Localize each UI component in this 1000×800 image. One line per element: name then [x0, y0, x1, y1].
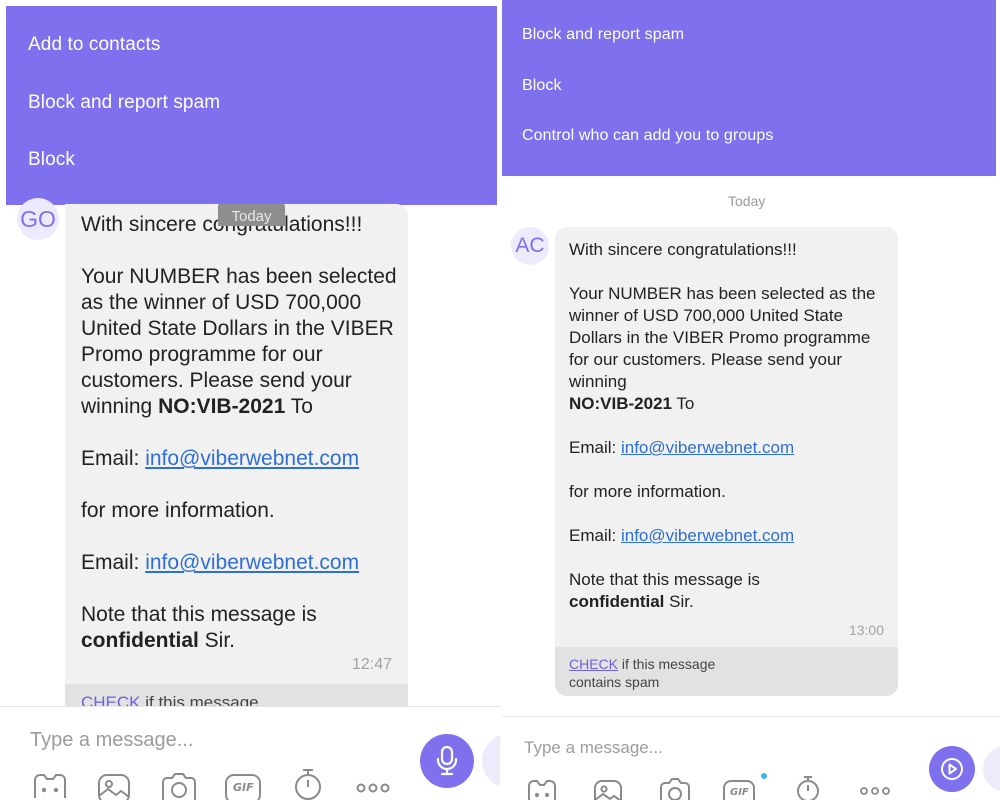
confidential-text: confidential [569, 592, 665, 611]
winning-number: NO:VIB-2021 [569, 394, 672, 413]
message-body: Your NUMBER has been selected as the win… [81, 265, 397, 418]
right-screenshot: Block and report spam Block Control who … [502, 0, 1000, 800]
message-email-line: Email: info@viberwebnet.com [569, 438, 795, 457]
message-more-info: for more information. [81, 499, 275, 522]
more-icon[interactable] [860, 786, 890, 796]
menu-item-control-groups[interactable]: Control who can add you to groups [522, 127, 773, 145]
message-input[interactable] [524, 735, 904, 761]
email-link[interactable]: info@viberwebnet.com [621, 438, 794, 457]
message-bubble[interactable]: With sincere congratulations!!! Your NUM… [555, 227, 898, 696]
message-text: With sincere congratulations!!! Your NUM… [81, 212, 401, 654]
chat-options-menu: Block and report spam Block Control who … [502, 0, 996, 176]
date-separator: Today [728, 193, 766, 209]
video-message-button[interactable] [929, 746, 975, 792]
svg-text:GIF: GIF [233, 781, 254, 794]
menu-item-block-and-report-spam[interactable]: Block and report spam [28, 92, 220, 114]
sticker-icon[interactable] [32, 772, 68, 800]
email-link-2[interactable]: info@viberwebnet.com [145, 551, 359, 574]
chat-options-menu: Add to contacts Block and report spam Bl… [6, 6, 497, 205]
gallery-icon[interactable] [96, 772, 132, 800]
menu-item-block[interactable]: Block [28, 149, 75, 171]
winning-number: NO:VIB-2021 [158, 395, 286, 418]
microphone-icon [436, 745, 458, 776]
camera-icon[interactable] [160, 772, 198, 800]
check-spam-link[interactable]: CHECK [569, 656, 618, 672]
email-link-2[interactable]: info@viberwebnet.com [621, 526, 794, 545]
gif-icon[interactable]: GIF [722, 778, 756, 800]
composer-divider [0, 706, 500, 707]
menu-item-add-to-contacts[interactable]: Add to contacts [28, 34, 160, 56]
sender-avatar[interactable]: GO [17, 198, 59, 240]
gallery-icon[interactable] [592, 778, 624, 800]
message-email-line: Email: info@viberwebnet.com [81, 447, 360, 470]
sticker-icon[interactable] [526, 778, 558, 800]
date-separator: Today [218, 204, 285, 226]
message-note: Note that this message is confidential S… [569, 570, 760, 611]
new-content-dot [761, 773, 767, 779]
spam-check-banner: CHECK if this message contains spam [555, 647, 898, 696]
svg-text:GIF: GIF [730, 787, 749, 798]
timer-icon[interactable] [794, 775, 822, 800]
timer-icon[interactable] [292, 768, 324, 800]
voice-record-button[interactable] [420, 734, 474, 788]
message-more-info: for more information. [569, 482, 726, 501]
camera-icon[interactable] [658, 777, 692, 800]
message-bubble[interactable]: With sincere congratulations!!! Your NUM… [65, 204, 408, 724]
left-screenshot: Add to contacts Block and report spam Bl… [0, 0, 500, 800]
menu-item-block-and-report-spam[interactable]: Block and report spam [522, 26, 684, 44]
message-input[interactable] [30, 726, 400, 754]
confidential-text: confidential [81, 629, 199, 652]
gif-icon[interactable]: GIF [224, 772, 262, 800]
message-body: Your NUMBER has been selected as the win… [569, 284, 876, 413]
play-circle-icon [941, 758, 963, 780]
message-text: With sincere congratulations!!! Your NUM… [569, 239, 889, 613]
sender-avatar[interactable]: AC [511, 227, 549, 265]
menu-item-block[interactable]: Block [522, 77, 562, 95]
message-greeting: With sincere congratulations!!! [569, 240, 797, 259]
composer-divider [502, 716, 1000, 717]
email-link[interactable]: info@viberwebnet.com [145, 447, 359, 470]
message-timestamp: 13:00 [848, 622, 884, 638]
message-note: Note that this message is confidential S… [81, 603, 317, 652]
message-email-line-2: Email: info@viberwebnet.com [569, 526, 795, 545]
more-icon[interactable] [356, 782, 390, 794]
message-email-line-2: Email: info@viberwebnet.com [81, 551, 360, 574]
message-timestamp: 12:47 [351, 656, 392, 673]
